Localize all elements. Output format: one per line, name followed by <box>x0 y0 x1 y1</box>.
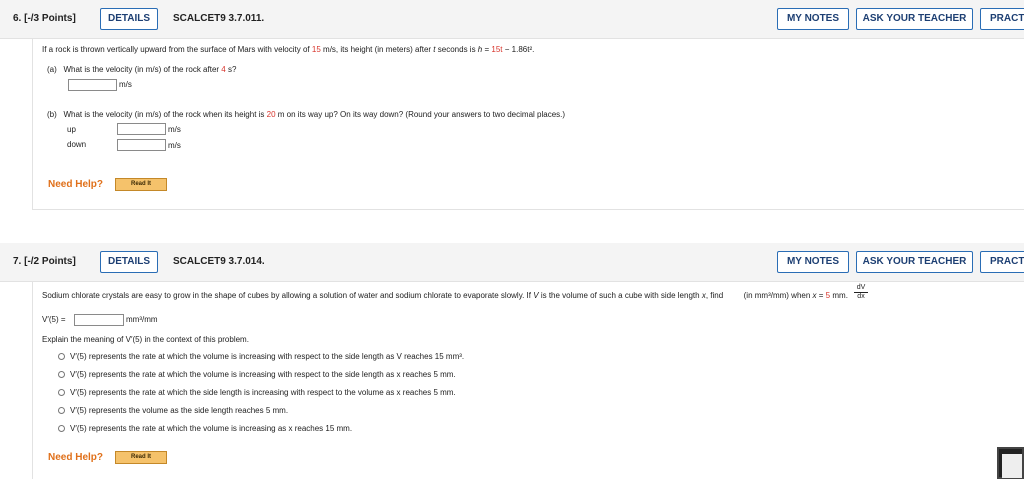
q7-ask-teacher-button[interactable]: ASK YOUR TEACHER <box>856 251 973 273</box>
q7-header: 7. [-/2 Points] DETAILS SCALCET9 3.7.014… <box>0 243 1024 282</box>
q6b-up-unit: m/s <box>168 125 181 134</box>
radio-button[interactable] <box>58 407 65 414</box>
q6-problem-code: SCALCET9 3.7.011. <box>173 13 265 24</box>
q6-my-notes-button[interactable]: MY NOTES <box>777 8 849 30</box>
q6-need-help: Need Help? <box>48 179 104 190</box>
q6-read-it-button[interactable]: Read It <box>115 178 167 191</box>
q6a-unit: m/s <box>119 80 132 89</box>
q6a-answer-input[interactable] <box>68 79 117 91</box>
q7-derivative-fraction: dV dx <box>854 284 868 301</box>
q7-option-label: V′(5) represents the rate at which the v… <box>70 370 456 379</box>
q6b-down-label: down <box>67 140 87 149</box>
q7-option-label: V′(5) represents the rate at which the s… <box>70 388 456 397</box>
q7-option-label: V′(5) represents the rate at which the v… <box>70 352 465 361</box>
q6b-down-unit: m/s <box>168 141 181 150</box>
q7-read-it-button[interactable]: Read It <box>115 451 167 464</box>
q7-practice-button[interactable]: PRACTI <box>980 251 1024 273</box>
q7-points: 7. [-/2 Points] <box>13 256 76 267</box>
q7-explain-prompt: Explain the meaning of V′(5) in the cont… <box>42 335 249 344</box>
q6b-up-input[interactable] <box>117 123 166 135</box>
q7-need-help: Need Help? <box>48 452 104 463</box>
q7-answer-unit: mm³/mm <box>126 315 158 324</box>
q6-ask-teacher-button[interactable]: ASK YOUR TEACHER <box>856 8 973 30</box>
q7-body: Sodium chlorate crystals are easy to gro… <box>32 282 1024 479</box>
radio-button[interactable] <box>58 425 65 432</box>
q7-option-label: V′(5) represents the rate at which the v… <box>70 424 353 433</box>
q6a-question: (a) What is the velocity (in m/s) of the… <box>47 65 237 74</box>
q6b-question: (b) What is the velocity (in m/s) of the… <box>47 110 566 119</box>
q7-frac-den: dx <box>857 293 865 300</box>
radio-button[interactable] <box>58 353 65 360</box>
q6b-up-label: up <box>67 125 76 134</box>
q7-answer-label: V′(5) = <box>42 315 66 324</box>
thumbnail-preview[interactable] <box>997 447 1024 479</box>
radio-button[interactable] <box>58 371 65 378</box>
thumbnail-image <box>1002 454 1022 478</box>
q7-option-label: V′(5) represents the volume as the side … <box>70 406 289 415</box>
q6-stem: If a rock is thrown vertically upward fr… <box>42 45 535 54</box>
q7-answer-input[interactable] <box>74 314 124 326</box>
q7-my-notes-button[interactable]: MY NOTES <box>777 251 849 273</box>
q6-details-button[interactable]: DETAILS <box>100 8 158 30</box>
q7-problem-code: SCALCET9 3.7.014. <box>173 256 265 267</box>
q7-details-button[interactable]: DETAILS <box>100 251 158 273</box>
q7-stem: Sodium chlorate crystals are easy to gro… <box>42 291 848 300</box>
q6b-down-input[interactable] <box>117 139 166 151</box>
q6-header: 6. [-/3 Points] DETAILS SCALCET9 3.7.011… <box>0 0 1024 39</box>
q6-practice-button[interactable]: PRACTI <box>980 8 1024 30</box>
q7-frac-num: dV <box>854 284 868 293</box>
radio-button[interactable] <box>58 389 65 396</box>
q6-body: If a rock is thrown vertically upward fr… <box>32 39 1024 210</box>
q6-points: 6. [-/3 Points] <box>13 13 76 24</box>
